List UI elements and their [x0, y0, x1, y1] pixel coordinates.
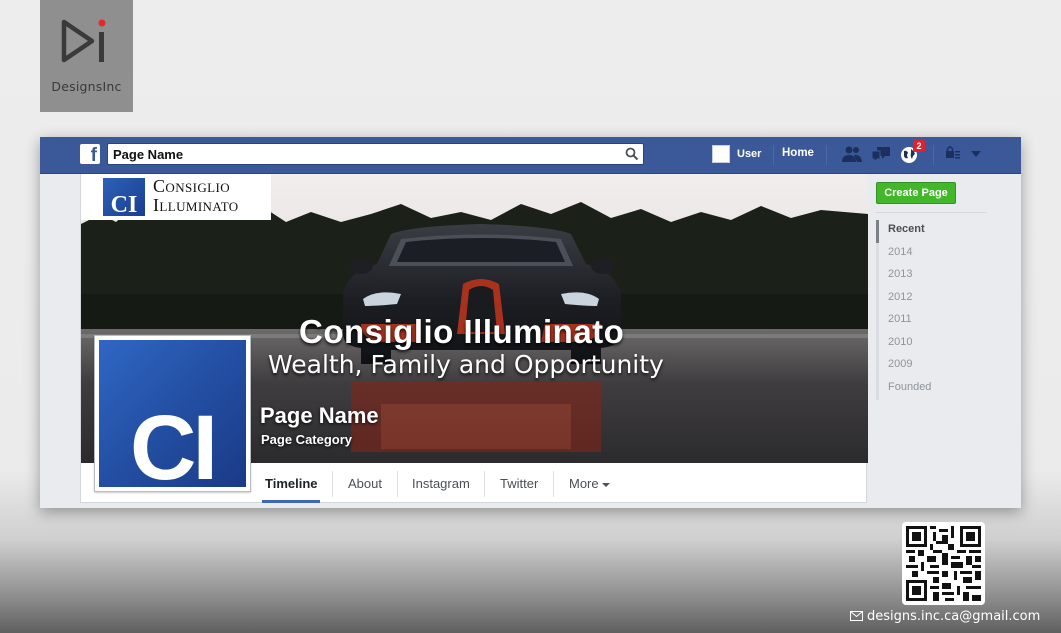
page-tabs: Timeline About Instagram Twitter More: [252, 463, 868, 503]
tab-twitter[interactable]: Twitter: [500, 476, 538, 491]
search-field[interactable]: Page Name: [107, 143, 644, 165]
friend-requests-icon[interactable]: [841, 145, 863, 163]
divider: [773, 145, 774, 165]
page-header: CI Consiglio Illuminato Consiglio Illumi…: [80, 174, 868, 503]
tab-timeline[interactable]: Timeline: [265, 476, 318, 491]
year-item-2012[interactable]: 2012: [876, 287, 986, 310]
year-item-2013[interactable]: 2013: [876, 265, 986, 288]
email-address: designs.inc.ca@gmail.com: [867, 609, 1041, 624]
consiglio-logo: CI Consiglio Illuminato: [81, 174, 271, 220]
qr-code: [902, 522, 985, 605]
mail-icon: [850, 611, 863, 621]
facebook-logo-icon[interactable]: f: [80, 144, 100, 164]
year-item-2014[interactable]: 2014: [876, 242, 986, 265]
messages-icon[interactable]: [870, 145, 892, 163]
ci-logo-mark: CI: [103, 178, 145, 217]
tab-more[interactable]: More: [569, 476, 610, 491]
profile-picture[interactable]: CI: [94, 335, 251, 492]
di-logo-icon: [61, 19, 106, 63]
tab-about[interactable]: About: [348, 476, 382, 491]
profile-ci-logo: CI: [130, 397, 218, 487]
cover-subtitle: Wealth, Family and Opportunity: [268, 350, 664, 379]
user-avatar[interactable]: [712, 145, 730, 163]
tab-instagram[interactable]: Instagram: [412, 476, 470, 491]
year-item-2011[interactable]: 2011: [876, 310, 986, 333]
year-item-2010[interactable]: 2010: [876, 332, 986, 355]
logo-line-1: Consiglio: [153, 176, 230, 196]
timeline-year-nav: Recent 2014 2013 2012 2011 2010 2009 Fou…: [876, 220, 986, 400]
designsinc-logo: DesignsInc: [40, 0, 133, 112]
tab-divider: [332, 471, 333, 497]
sidebar-divider: [876, 212, 986, 213]
year-item-founded[interactable]: Founded: [876, 377, 986, 400]
tab-divider: [484, 471, 485, 497]
chevron-down-icon: [601, 482, 610, 487]
qr-code-icon: [906, 526, 981, 601]
year-item-recent[interactable]: Recent: [876, 220, 986, 243]
search-icon[interactable]: [625, 147, 639, 161]
page-name[interactable]: Page Name: [260, 403, 379, 429]
home-link[interactable]: Home: [782, 147, 814, 159]
active-tab-indicator: [262, 500, 320, 503]
brand-name: DesignsInc: [51, 79, 122, 94]
year-item-2009[interactable]: 2009: [876, 355, 986, 378]
divider: [933, 145, 934, 165]
create-page-button[interactable]: Create Page: [876, 182, 956, 204]
divider: [826, 145, 827, 165]
top-navigation-bar: f Page Name User Home 2: [40, 137, 1021, 174]
tab-more-label: More: [569, 476, 599, 491]
contact-email: designs.inc.ca@gmail.com: [850, 609, 1040, 624]
logo-line-2: Illuminato: [153, 195, 239, 215]
tab-divider: [553, 471, 554, 497]
page-category[interactable]: Page Category: [261, 432, 352, 447]
facebook-page-mockup: f Page Name User Home 2 CI Consiglio Ill…: [40, 137, 1021, 508]
search-input[interactable]: Page Name: [113, 147, 183, 162]
privacy-lock-icon[interactable]: [945, 145, 961, 161]
user-link[interactable]: User: [737, 148, 761, 160]
tab-divider: [397, 471, 398, 497]
notification-count-badge: 2: [913, 140, 925, 152]
cover-title: Consiglio Illuminato: [299, 313, 625, 350]
account-menu-chevron-down-icon[interactable]: [971, 151, 981, 157]
